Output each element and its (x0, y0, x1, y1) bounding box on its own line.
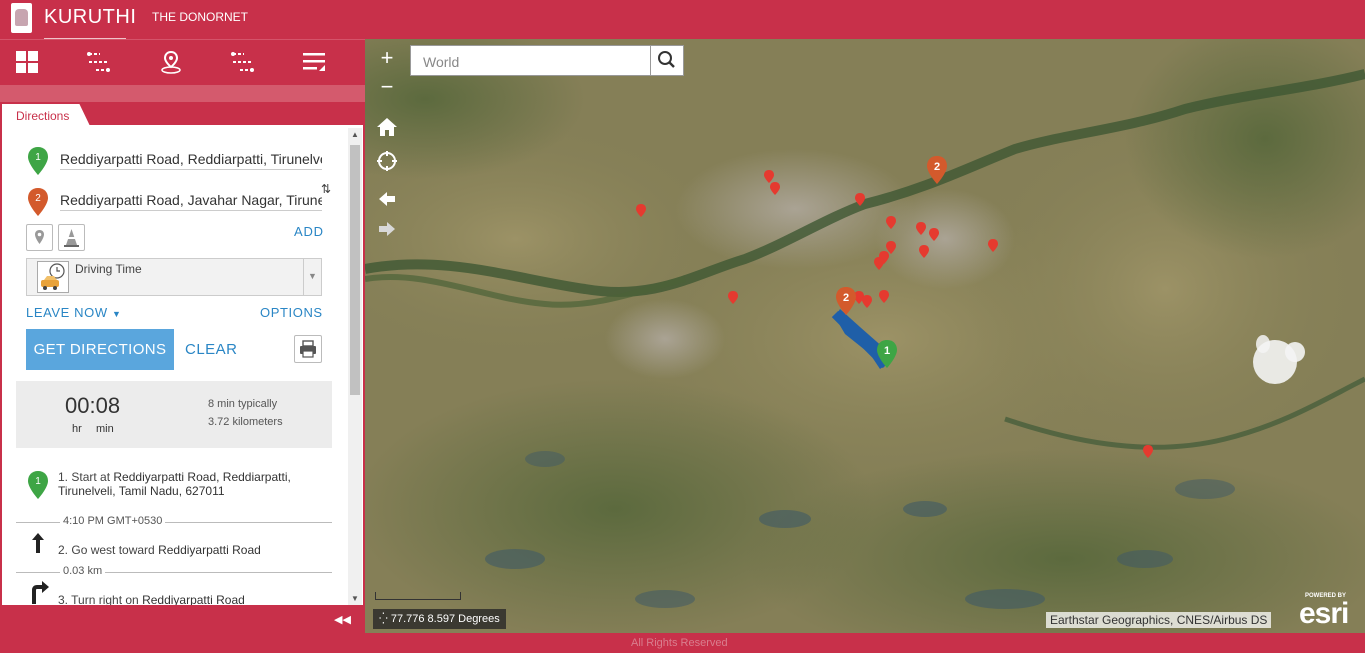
direction-step-3[interactable]: 3. Turn right on Reddiyarpatti Road (58, 593, 245, 606)
driving-time-icon (37, 261, 69, 293)
stop-1-pin-icon: 1 (28, 147, 48, 175)
panel-scrollbar[interactable]: ▲ ▼ (348, 128, 362, 605)
map-view[interactable]: 2 2 1 + − World ⁛ 77.776 8.597 Degrees E… (365, 39, 1365, 633)
chevron-down-icon: ▼ (303, 259, 321, 295)
route-summary: 00:08 hr min 8 min typically 3.72 kilome… (16, 381, 332, 448)
scroll-down-icon[interactable]: ▼ (351, 594, 359, 603)
tab-label: Directions (16, 109, 70, 123)
arrow-up-icon (32, 533, 44, 553)
step-road: Reddiyarpatti Road (142, 593, 245, 606)
map-attribution: Earthstar Geographics, CNES/Airbus DS (1046, 612, 1272, 628)
summary-typical: 8 min typically (208, 398, 278, 410)
svg-text:2: 2 (934, 161, 940, 173)
turn-right-icon (32, 581, 49, 604)
panel-footer-bar: ◀◀ (0, 607, 365, 633)
home-button[interactable] (373, 116, 401, 144)
departure-time: 4:10 PM GMT+0530 (60, 515, 166, 527)
donor-markers: 2 2 1 (636, 156, 1153, 458)
add-stop-link[interactable]: ADD (294, 224, 324, 239)
leave-now-dropdown[interactable]: LEAVE NOW ▼ (26, 305, 121, 320)
travel-mode-label: Driving Time (75, 262, 142, 276)
search-button[interactable] (650, 45, 684, 76)
app-logo (11, 3, 32, 33)
locate-dot-icon: ⁛ (379, 613, 388, 625)
widget-toolbar (0, 39, 365, 85)
summary-hr-label: hr (72, 423, 82, 435)
scroll-up-icon[interactable]: ▲ (351, 130, 359, 139)
directions-icon[interactable] (86, 50, 110, 74)
home-icon (377, 118, 397, 136)
coordinate-text: 77.776 8.597 Degrees (390, 613, 500, 625)
caret-down-icon: ▼ (111, 309, 122, 319)
coordinate-readout: ⁛ 77.776 8.597 Degrees (373, 609, 506, 629)
route-icon[interactable] (230, 50, 254, 74)
step-text: Start at (71, 470, 114, 484)
map-search-input[interactable]: World (410, 45, 651, 76)
svg-text:1: 1 (35, 476, 41, 487)
svg-text:1: 1 (884, 345, 890, 357)
toolbar-strip (0, 85, 365, 102)
scale-bar (375, 592, 461, 600)
barrier-button[interactable] (58, 224, 85, 251)
esri-logo[interactable]: esri (1299, 597, 1349, 631)
step-text: Turn right on (71, 593, 143, 606)
zoom-in-button[interactable]: + (373, 44, 401, 72)
location-pin-icon[interactable] (159, 50, 183, 74)
summary-distance: 3.72 kilometers (208, 416, 283, 428)
direction-step-2[interactable]: 2. Go west toward Reddiyarpatti Road (58, 543, 261, 557)
crosshair-icon (377, 151, 397, 171)
summary-min-label: min (96, 423, 114, 435)
start-pin-icon: 1 (28, 471, 48, 499)
search-icon (658, 51, 675, 68)
app-header: KURUTHI THE DONORNET (0, 0, 1365, 39)
step-index: 1. (58, 470, 69, 484)
svg-text:1: 1 (35, 152, 41, 163)
page-footer: All Rights Reserved (0, 633, 1365, 653)
step-text: Go west toward (71, 543, 159, 557)
menu-list-icon[interactable] (302, 50, 326, 74)
next-extent-button[interactable] (373, 218, 401, 246)
pick-location-button[interactable] (26, 224, 53, 251)
step-distance: 0.03 km (60, 565, 106, 577)
clear-button[interactable]: CLEAR (185, 341, 238, 358)
travel-mode-select[interactable]: Driving Time ▼ (26, 258, 322, 296)
arrow-left-icon (379, 192, 395, 206)
directions-panel: Directions 1 Reddiyarpatti Road, Reddiar… (1, 103, 364, 606)
footer-text: All Rights Reserved (631, 637, 728, 649)
app-subtitle: THE DONORNET (152, 10, 248, 24)
app-title: KURUTHI (44, 6, 137, 28)
step-index: 2. (58, 543, 69, 557)
summary-time: 00:08 (65, 393, 121, 418)
stop-2-pin-icon: 2 (28, 188, 48, 216)
print-button[interactable] (294, 335, 322, 363)
zoom-out-button[interactable]: − (373, 73, 401, 101)
previous-extent-button[interactable] (373, 188, 401, 216)
scroll-thumb[interactable] (350, 145, 360, 395)
search-placeholder: World (423, 54, 460, 70)
collapse-panel-icon[interactable]: ◀◀ (334, 613, 351, 626)
step-road: Reddiyarpatti Road (158, 543, 261, 557)
locate-button[interactable] (373, 150, 401, 178)
leave-now-label: LEAVE NOW (26, 305, 108, 320)
svg-text:2: 2 (843, 292, 849, 304)
get-directions-button[interactable]: GET DIRECTIONS (26, 329, 174, 370)
stop-2-input[interactable]: Reddiyarpatti Road, Javahar Nagar, Tirun… (60, 189, 322, 211)
svg-text:2: 2 (35, 193, 41, 204)
options-link[interactable]: OPTIONS (260, 305, 323, 320)
arrow-right-icon (379, 222, 395, 236)
stop-1-input[interactable]: Reddiyarpatti Road, Reddiarpatti, Tirune… (60, 148, 322, 170)
step-index: 3. (58, 593, 69, 606)
tab-directions[interactable]: Directions (2, 104, 90, 126)
dashboard-icon[interactable] (15, 50, 39, 74)
direction-step-1[interactable]: 1. Start at Reddiyarpatti Road, Reddiarp… (58, 470, 308, 498)
swap-icon[interactable]: ⇅ (321, 182, 331, 196)
print-icon (300, 340, 316, 358)
